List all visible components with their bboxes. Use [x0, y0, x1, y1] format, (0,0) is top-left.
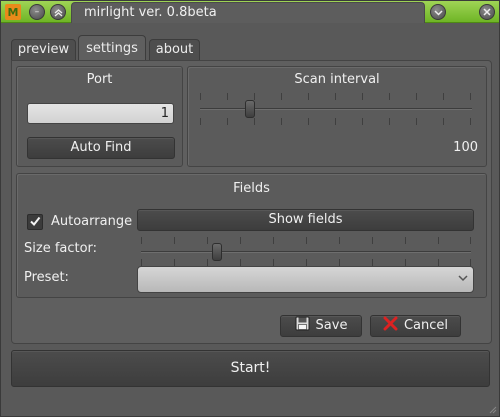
- settings-panel: Port 1 Auto Find Scan interval 100 Field…: [11, 60, 492, 344]
- preset-combobox[interactable]: [137, 266, 474, 293]
- fields-group-title: Fields: [233, 181, 270, 196]
- main-window: M – mirlight ver. 0.8beta preview settin…: [0, 0, 500, 417]
- size-factor-slider-handle[interactable]: [212, 243, 222, 261]
- start-button[interactable]: Start!: [11, 350, 490, 387]
- cancel-button[interactable]: Cancel: [370, 315, 461, 337]
- tab-settings[interactable]: settings: [78, 35, 146, 62]
- fields-group: Fields Autoarrange Show fields Size fact…: [16, 173, 487, 298]
- save-button[interactable]: Save: [280, 315, 362, 337]
- show-fields-button[interactable]: Show fields: [137, 209, 474, 231]
- shade-icon[interactable]: [50, 4, 66, 20]
- tab-preview[interactable]: preview: [11, 39, 76, 61]
- slider-groove: [200, 108, 472, 110]
- tab-about[interactable]: about: [149, 39, 200, 61]
- port-spinbox[interactable]: 1: [27, 103, 174, 124]
- port-group: Port 1 Auto Find: [16, 66, 183, 167]
- window-title: mirlight ver. 0.8beta: [84, 5, 217, 20]
- resize-grip-icon[interactable]: [487, 404, 497, 414]
- minimize-icon[interactable]: –: [29, 4, 45, 20]
- autoarrange-checkbox[interactable]: [27, 214, 43, 230]
- chevron-down-icon: [458, 272, 468, 286]
- scan-interval-slider[interactable]: [200, 87, 472, 131]
- floppy-disk-icon: [295, 316, 310, 331]
- title-bar[interactable]: M – mirlight ver. 0.8beta: [1, 1, 499, 23]
- auto-find-button[interactable]: Auto Find: [27, 137, 175, 159]
- cancel-x-icon: [383, 316, 398, 331]
- save-label: Save: [315, 318, 348, 333]
- preset-label: Preset:: [24, 270, 69, 285]
- size-factor-slider[interactable]: [141, 235, 471, 269]
- window-title-tab: mirlight ver. 0.8beta: [71, 2, 425, 23]
- checkmark-icon: [30, 216, 41, 227]
- scan-interval-group: Scan interval 100: [187, 66, 487, 167]
- menu-chevron-down-icon[interactable]: [430, 4, 446, 20]
- size-factor-label: Size factor:: [24, 241, 98, 256]
- port-group-title: Port: [86, 72, 113, 87]
- slider-groove: [141, 251, 471, 253]
- cancel-label: Cancel: [403, 318, 449, 333]
- scan-interval-value: 100: [453, 140, 478, 155]
- autoarrange-label[interactable]: Autoarrange: [51, 214, 132, 229]
- scan-interval-slider-handle[interactable]: [245, 100, 255, 118]
- scan-interval-title: Scan interval: [294, 72, 380, 87]
- app-logo-icon[interactable]: M: [5, 4, 21, 20]
- close-icon[interactable]: [479, 4, 495, 20]
